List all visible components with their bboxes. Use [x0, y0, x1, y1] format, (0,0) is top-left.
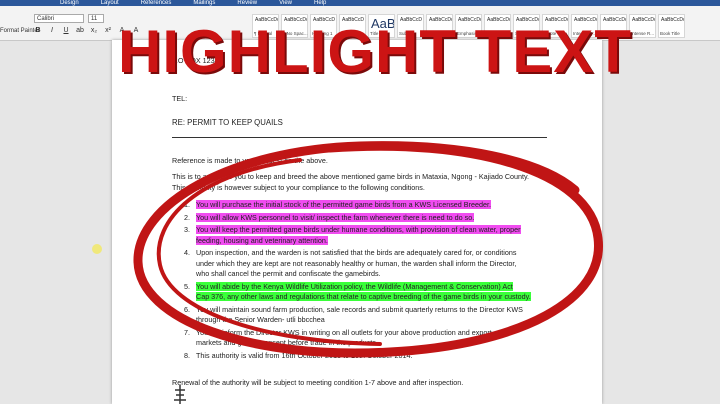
stamp-mark-icon	[174, 385, 186, 404]
headline-overlay: HIGHLIGHT TEXT	[118, 18, 632, 85]
